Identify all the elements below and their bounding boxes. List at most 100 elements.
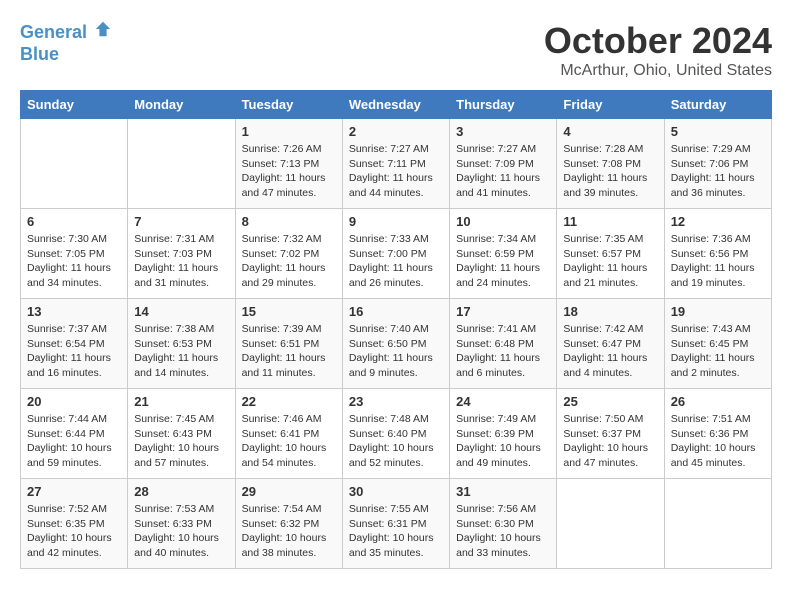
calendar-cell: 22 Sunrise: 7:46 AM Sunset: 6:41 PM Dayli… xyxy=(235,389,342,479)
week-row-1: 1Sunrise: 7:26 AM Sunset: 7:13 PM Daylig… xyxy=(21,119,772,209)
day-number: 10 xyxy=(456,214,550,229)
title-block: October 2024 McArthur, Ohio, United Stat… xyxy=(544,20,772,80)
week-row-3: 13 Sunrise: 7:37 AM Sunset: 6:54 PM Dayli… xyxy=(21,299,772,389)
day-number: 2 xyxy=(349,124,443,139)
day-number: 27 xyxy=(27,484,121,499)
calendar-cell: 16 Sunrise: 7:40 AM Sunset: 6:50 PM Dayli… xyxy=(342,299,449,389)
day-content: Sunrise: 7:55 AM Sunset: 6:31 PM Dayligh… xyxy=(349,502,443,561)
day-content: Sunrise: 7:49 AM Sunset: 6:39 PM Dayligh… xyxy=(456,412,550,471)
calendar-cell: 5 Sunrise: 7:29 AM Sunset: 7:06 PM Daylig… xyxy=(664,119,771,209)
col-header-saturday: Saturday xyxy=(664,91,771,119)
col-header-friday: Friday xyxy=(557,91,664,119)
day-number: 15 xyxy=(242,304,336,319)
calendar-cell: 6Sunrise: 7:30 AM Sunset: 7:05 PM Daylig… xyxy=(21,209,128,299)
calendar-cell: 14Sunrise: 7:38 AM Sunset: 6:53 PM Dayli… xyxy=(128,299,235,389)
day-content: Sunrise: 7:43 AM Sunset: 6:45 PM Dayligh… xyxy=(671,322,765,381)
col-header-thursday: Thursday xyxy=(450,91,557,119)
day-content: Sunrise: 7:40 AM Sunset: 6:50 PM Dayligh… xyxy=(349,322,443,381)
day-content: Sunrise: 7:50 AM Sunset: 6:37 PM Dayligh… xyxy=(563,412,657,471)
day-number: 20 xyxy=(27,394,121,409)
calendar-cell: 10Sunrise: 7:34 AM Sunset: 6:59 PM Dayli… xyxy=(450,209,557,299)
day-number: 8 xyxy=(242,214,336,229)
day-number: 13 xyxy=(27,304,121,319)
calendar-cell: 1Sunrise: 7:26 AM Sunset: 7:13 PM Daylig… xyxy=(235,119,342,209)
calendar-cell: 28Sunrise: 7:53 AM Sunset: 6:33 PM Dayli… xyxy=(128,479,235,569)
day-number: 12 xyxy=(671,214,765,229)
calendar-cell xyxy=(128,119,235,209)
calendar-cell: 8 Sunrise: 7:32 AM Sunset: 7:02 PM Daylig… xyxy=(235,209,342,299)
page-header: General Blue October 2024 McArthur, Ohio… xyxy=(20,20,772,80)
day-number: 9 xyxy=(349,214,443,229)
day-number: 23 xyxy=(349,394,443,409)
day-number: 24 xyxy=(456,394,550,409)
day-number: 25 xyxy=(563,394,657,409)
location: McArthur, Ohio, United States xyxy=(544,62,772,80)
day-number: 17 xyxy=(456,304,550,319)
day-content: Sunrise: 7:36 AM Sunset: 6:56 PM Dayligh… xyxy=(671,232,765,291)
day-number: 19 xyxy=(671,304,765,319)
week-row-5: 27Sunrise: 7:52 AM Sunset: 6:35 PM Dayli… xyxy=(21,479,772,569)
week-row-2: 6Sunrise: 7:30 AM Sunset: 7:05 PM Daylig… xyxy=(21,209,772,299)
calendar-cell: 7Sunrise: 7:31 AM Sunset: 7:03 PM Daylig… xyxy=(128,209,235,299)
day-number: 6 xyxy=(27,214,121,229)
day-content: Sunrise: 7:42 AM Sunset: 6:47 PM Dayligh… xyxy=(563,322,657,381)
day-number: 3 xyxy=(456,124,550,139)
day-number: 11 xyxy=(563,214,657,229)
day-content: Sunrise: 7:31 AM Sunset: 7:03 PM Dayligh… xyxy=(134,232,228,291)
day-content: Sunrise: 7:44 AM Sunset: 6:44 PM Dayligh… xyxy=(27,412,121,471)
day-content: Sunrise: 7:46 AM Sunset: 6:41 PM Dayligh… xyxy=(242,412,336,471)
day-content: Sunrise: 7:56 AM Sunset: 6:30 PM Dayligh… xyxy=(456,502,550,561)
calendar-cell xyxy=(664,479,771,569)
col-header-monday: Monday xyxy=(128,91,235,119)
calendar-cell: 26 Sunrise: 7:51 AM Sunset: 6:36 PM Dayli… xyxy=(664,389,771,479)
logo-blue: Blue xyxy=(20,44,112,66)
week-row-4: 20 Sunrise: 7:44 AM Sunset: 6:44 PM Dayli… xyxy=(21,389,772,479)
day-number: 4 xyxy=(563,124,657,139)
day-content: Sunrise: 7:53 AM Sunset: 6:33 PM Dayligh… xyxy=(134,502,228,561)
calendar-cell xyxy=(21,119,128,209)
day-content: Sunrise: 7:45 AM Sunset: 6:43 PM Dayligh… xyxy=(134,412,228,471)
col-header-tuesday: Tuesday xyxy=(235,91,342,119)
day-content: Sunrise: 7:29 AM Sunset: 7:06 PM Dayligh… xyxy=(671,142,765,201)
logo-text: General xyxy=(20,20,112,44)
day-content: Sunrise: 7:48 AM Sunset: 6:40 PM Dayligh… xyxy=(349,412,443,471)
day-number: 29 xyxy=(242,484,336,499)
month-title: October 2024 xyxy=(544,20,772,62)
day-content: Sunrise: 7:32 AM Sunset: 7:02 PM Dayligh… xyxy=(242,232,336,291)
day-content: Sunrise: 7:35 AM Sunset: 6:57 PM Dayligh… xyxy=(563,232,657,291)
calendar-cell: 4 Sunrise: 7:28 AM Sunset: 7:08 PM Daylig… xyxy=(557,119,664,209)
day-content: Sunrise: 7:54 AM Sunset: 6:32 PM Dayligh… xyxy=(242,502,336,561)
calendar-cell: 3 Sunrise: 7:27 AM Sunset: 7:09 PM Daylig… xyxy=(450,119,557,209)
calendar-cell: 27Sunrise: 7:52 AM Sunset: 6:35 PM Dayli… xyxy=(21,479,128,569)
calendar-table: SundayMondayTuesdayWednesdayThursdayFrid… xyxy=(20,90,772,569)
day-number: 16 xyxy=(349,304,443,319)
calendar-cell: 11 Sunrise: 7:35 AM Sunset: 6:57 PM Dayli… xyxy=(557,209,664,299)
day-number: 21 xyxy=(134,394,228,409)
calendar-cell: 13 Sunrise: 7:37 AM Sunset: 6:54 PM Dayli… xyxy=(21,299,128,389)
day-content: Sunrise: 7:27 AM Sunset: 7:09 PM Dayligh… xyxy=(456,142,550,201)
day-number: 18 xyxy=(563,304,657,319)
day-content: Sunrise: 7:37 AM Sunset: 6:54 PM Dayligh… xyxy=(27,322,121,381)
calendar-cell: 17 Sunrise: 7:41 AM Sunset: 6:48 PM Dayli… xyxy=(450,299,557,389)
day-number: 1 xyxy=(242,124,336,139)
day-number: 5 xyxy=(671,124,765,139)
calendar-cell: 9Sunrise: 7:33 AM Sunset: 7:00 PM Daylig… xyxy=(342,209,449,299)
day-content: Sunrise: 7:39 AM Sunset: 6:51 PM Dayligh… xyxy=(242,322,336,381)
day-content: Sunrise: 7:51 AM Sunset: 6:36 PM Dayligh… xyxy=(671,412,765,471)
header-row: SundayMondayTuesdayWednesdayThursdayFrid… xyxy=(21,91,772,119)
day-number: 30 xyxy=(349,484,443,499)
calendar-cell: 30 Sunrise: 7:55 AM Sunset: 6:31 PM Dayli… xyxy=(342,479,449,569)
calendar-cell: 19 Sunrise: 7:43 AM Sunset: 6:45 PM Dayli… xyxy=(664,299,771,389)
calendar-cell: 25 Sunrise: 7:50 AM Sunset: 6:37 PM Dayli… xyxy=(557,389,664,479)
day-number: 22 xyxy=(242,394,336,409)
calendar-cell: 24 Sunrise: 7:49 AM Sunset: 6:39 PM Dayli… xyxy=(450,389,557,479)
day-content: Sunrise: 7:27 AM Sunset: 7:11 PM Dayligh… xyxy=(349,142,443,201)
calendar-cell: 2 Sunrise: 7:27 AM Sunset: 7:11 PM Daylig… xyxy=(342,119,449,209)
day-number: 26 xyxy=(671,394,765,409)
calendar-cell: 29 Sunrise: 7:54 AM Sunset: 6:32 PM Dayli… xyxy=(235,479,342,569)
day-content: Sunrise: 7:41 AM Sunset: 6:48 PM Dayligh… xyxy=(456,322,550,381)
calendar-cell: 31Sunrise: 7:56 AM Sunset: 6:30 PM Dayli… xyxy=(450,479,557,569)
calendar-cell: 21 Sunrise: 7:45 AM Sunset: 6:43 PM Dayli… xyxy=(128,389,235,479)
day-content: Sunrise: 7:28 AM Sunset: 7:08 PM Dayligh… xyxy=(563,142,657,201)
day-content: Sunrise: 7:38 AM Sunset: 6:53 PM Dayligh… xyxy=(134,322,228,381)
